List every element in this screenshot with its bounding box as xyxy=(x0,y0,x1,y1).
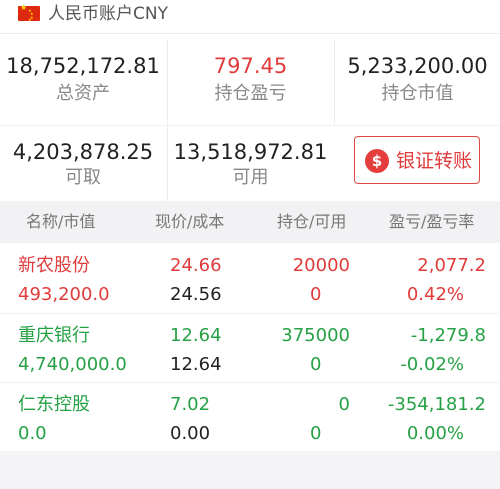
total-assets-value: 18,752,172.81 xyxy=(6,54,160,78)
position-value-label: 持仓市值 xyxy=(381,83,454,104)
table-row[interactable]: 仁东控股 0.0 7.02 0.00 0 0 -354,181.2 0.00% xyxy=(0,382,500,451)
position-value-value: 5,233,200.00 xyxy=(347,54,488,78)
account-title[interactable]: 人民币账户CNY xyxy=(48,3,168,25)
position-pl-label: 持仓盈亏 xyxy=(214,83,287,104)
transfer-icon: $ xyxy=(365,149,389,173)
header-pl-rate[interactable]: 盈亏/盈亏率 xyxy=(389,211,474,233)
withdrawable-label: 可取 xyxy=(65,167,101,188)
holdings-table-header: 名称/市值 现价/成本 持仓/可用 盈亏/盈亏率 xyxy=(0,201,500,243)
header-price-cost[interactable]: 现价/成本 xyxy=(155,211,224,233)
position-value-cell: 5,233,200.00 持仓市值 xyxy=(334,40,500,125)
stock-pl: -1,279.8 xyxy=(410,325,486,346)
stock-qty: 375000 xyxy=(281,325,350,346)
stock-pl-rate: 0.42% xyxy=(406,284,464,305)
available-cell: 13,518,972.81 可用 xyxy=(167,126,333,211)
stock-market-value: 4,740,000.0 xyxy=(18,354,127,375)
table-row[interactable]: 重庆银行 4,740,000.0 12.64 12.64 375000 0 -1… xyxy=(0,313,500,382)
stock-available: 0 xyxy=(310,354,322,375)
bank-transfer-button[interactable]: $ 银证转账 xyxy=(354,136,480,184)
stock-qty: 20000 xyxy=(292,255,350,276)
footer-area xyxy=(0,451,500,489)
stock-cost: 12.64 xyxy=(170,354,222,375)
stock-price: 24.66 xyxy=(170,255,222,276)
withdrawable-cell: 4,203,878.25 可取 xyxy=(0,126,166,211)
stock-name: 仁东控股 xyxy=(18,394,90,415)
available-label: 可用 xyxy=(232,167,269,188)
stock-price: 12.64 xyxy=(170,325,222,346)
stock-market-value: 0.0 xyxy=(18,423,47,444)
bank-transfer-label: 银证转账 xyxy=(396,150,473,172)
stock-pl-rate: -0.02% xyxy=(400,354,464,375)
stock-pl: 2,077.2 xyxy=(417,255,486,276)
stock-price: 7.02 xyxy=(170,394,211,415)
stock-available: 0 xyxy=(310,423,322,444)
stock-pl: -354,181.2 xyxy=(387,394,486,415)
stock-name: 新农股份 xyxy=(18,255,90,276)
header-qty-avail[interactable]: 持仓/可用 xyxy=(277,211,346,233)
total-assets-label: 总资产 xyxy=(56,83,110,104)
withdrawable-value: 4,203,878.25 xyxy=(12,140,154,164)
table-row[interactable]: 新农股份 493,200.0 24.66 24.56 20000 0 2,077… xyxy=(0,244,500,313)
total-assets-cell: 18,752,172.81 总资产 xyxy=(0,40,166,125)
stock-qty: 0 xyxy=(338,394,350,415)
position-pl-value: 797.45 xyxy=(213,54,288,78)
stock-cost: 24.56 xyxy=(170,284,222,305)
stock-pl-rate: 0.00% xyxy=(406,423,464,444)
stock-available: 0 xyxy=(310,284,322,305)
summary-row-1: 18,752,172.81 总资产 797.45 持仓盈亏 5,233,200.… xyxy=(0,40,500,125)
china-flag-icon: ★ ★ ★ ★ ★ xyxy=(18,4,40,22)
header-name-mv[interactable]: 名称/市值 xyxy=(26,211,95,233)
position-pl-cell: 797.45 持仓盈亏 xyxy=(167,40,333,125)
stock-name: 重庆银行 xyxy=(18,325,90,346)
stock-market-value: 493,200.0 xyxy=(18,284,110,305)
available-value: 13,518,972.81 xyxy=(173,140,328,164)
account-header: ★ ★ ★ ★ ★ 人民币账户CNY xyxy=(0,0,500,34)
stock-cost: 0.00 xyxy=(170,423,211,444)
